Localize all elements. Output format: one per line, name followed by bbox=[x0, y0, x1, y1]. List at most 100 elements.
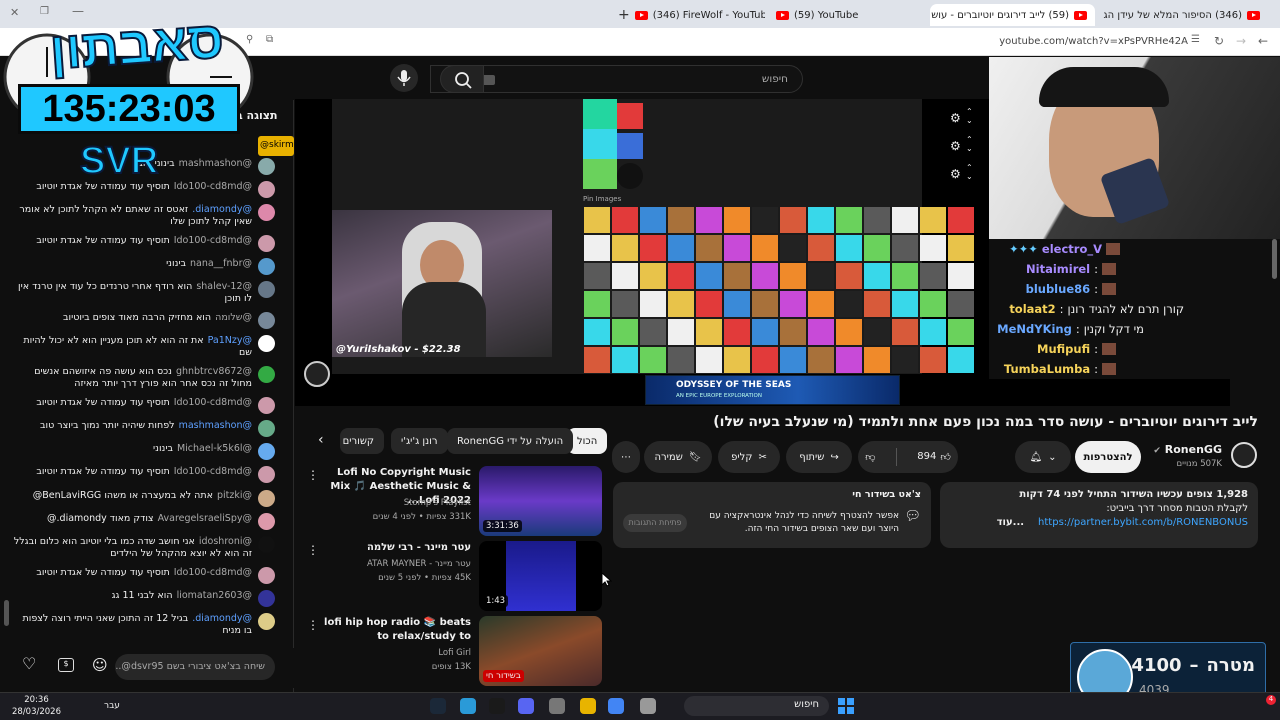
search-button[interactable] bbox=[440, 65, 484, 93]
browser-tab[interactable]: (59) YouTube bbox=[768, 4, 928, 26]
chat-author[interactable]: @Pa1Nzy bbox=[208, 335, 252, 346]
telegram-icon[interactable] bbox=[460, 698, 476, 714]
taskbar-search[interactable]: חיפוש bbox=[684, 696, 829, 716]
chat-message[interactable]: @Ido100-cd8mdתוסיף עוד עמודה של אגדת יוט… bbox=[13, 235, 275, 252]
chip-related[interactable]: קשורים bbox=[340, 428, 384, 454]
clip-button[interactable]: ✂ קליפ bbox=[718, 441, 780, 473]
chat-author[interactable]: @idoshroni bbox=[199, 536, 252, 547]
chat-message[interactable]: @pitzki אתה לא במעצרה או משהו BenLaviRGG@ bbox=[13, 490, 275, 507]
share-button[interactable]: ↪ שיתוף bbox=[786, 441, 852, 473]
file-explorer-icon[interactable] bbox=[640, 698, 656, 714]
chat-author[interactable]: @pitzki bbox=[217, 490, 252, 501]
super-chat-icon[interactable]: $ bbox=[58, 658, 74, 672]
channel-avatar[interactable] bbox=[1231, 442, 1257, 468]
discord-icon[interactable] bbox=[518, 698, 534, 714]
emoji-icon[interactable]: ☺ bbox=[92, 656, 108, 674]
page-scrollbar[interactable] bbox=[1272, 239, 1277, 279]
dislike-button[interactable]: 👎︎ bbox=[865, 451, 875, 463]
taskbar-clock[interactable]: 20:36 28/03/2026 bbox=[12, 694, 61, 718]
notifications-button[interactable]: ⌄ 🔔︎ bbox=[1015, 441, 1071, 473]
forward-icon[interactable]: → bbox=[1236, 34, 1246, 48]
chat-author[interactable]: @diamondy. bbox=[192, 613, 252, 624]
steam-icon[interactable] bbox=[430, 698, 446, 714]
chat-author[interactable]: @shalev-12 bbox=[196, 281, 252, 292]
media-icon[interactable] bbox=[549, 698, 565, 714]
chat-message[interactable]: @nana__fnbr בינוני bbox=[13, 258, 275, 275]
description-box[interactable]: 1,928 צופים עכשיו השידור התחיל לפני 74 ד… bbox=[940, 482, 1258, 548]
channel-name[interactable]: RonenGG ✔ bbox=[1153, 443, 1222, 456]
like-button[interactable]: 👍︎ 894 bbox=[917, 451, 951, 463]
chip-uploaded-by[interactable]: הועלה על ידי RonenGG bbox=[447, 428, 574, 454]
chat-message[interactable]: @diamondy.בגיל 12 זה התוכן שאני הייתי רו… bbox=[13, 613, 275, 637]
chat-message[interactable]: @Michael-k5k6l בינוני bbox=[13, 443, 275, 460]
chat-author[interactable]: @Michael-k5k6l bbox=[177, 443, 252, 454]
settings-icon[interactable]: ⚙ bbox=[950, 139, 961, 153]
search-input[interactable]: חיפוש bbox=[430, 65, 803, 93]
folder-icon[interactable] bbox=[580, 698, 596, 714]
notification-badge[interactable]: 4 bbox=[1266, 695, 1276, 705]
chat-message[interactable]: @liomatan2603 הוא לבני 11 גג bbox=[13, 590, 275, 607]
chip-all[interactable]: הכול bbox=[567, 428, 608, 454]
recommended-video[interactable]: בשידור חי lofi hip hop radio 📚 beats to … bbox=[305, 616, 605, 688]
save-button[interactable]: 🔖︎ שמירה bbox=[644, 441, 712, 473]
chat-message[interactable]: @mashmashon לפחות שיהיה יותר נמוך ביוצר ט… bbox=[13, 420, 275, 437]
language-indicator[interactable]: עבר bbox=[104, 701, 120, 711]
chrome-icon[interactable] bbox=[608, 698, 624, 714]
chat-author[interactable]: @liomatan2603 bbox=[177, 590, 252, 601]
browser-tab[interactable]: (346) הסיפור המלא של עידן הג bbox=[1098, 4, 1268, 26]
more-vert-icon[interactable]: ⋮ bbox=[307, 543, 319, 557]
show-more-link[interactable]: ...עוד bbox=[997, 516, 1024, 530]
chat-author[interactable]: @AvaregelsraeliSpy bbox=[158, 513, 252, 524]
chat-author[interactable]: @Ido100-cd8md bbox=[174, 181, 252, 192]
reorder-icon[interactable]: ⌃ ⌄ bbox=[966, 135, 973, 153]
chat-message[interactable]: @שלומההוא מחזיק הרבה מאוד צופים ביוטיוב bbox=[13, 312, 275, 329]
reorder-icon[interactable]: ⌃ ⌄ bbox=[966, 163, 973, 181]
pinned-banner[interactable]: @skirm15 bbox=[258, 136, 294, 156]
screenshot-icon[interactable]: ⧉ bbox=[266, 34, 273, 45]
subscribe-button[interactable]: להצטרפות bbox=[1075, 441, 1141, 473]
chat-author[interactable]: @Ido100-cd8md bbox=[174, 397, 252, 408]
reload-icon[interactable]: ↻ bbox=[1214, 34, 1224, 48]
more-vert-icon[interactable]: ⋮ bbox=[307, 618, 319, 632]
reorder-icon[interactable]: ⌃ ⌄ bbox=[966, 107, 973, 125]
heart-icon[interactable]: ♡ bbox=[22, 654, 36, 673]
app-icon[interactable] bbox=[489, 698, 505, 714]
recommended-video[interactable]: 1:43 עטר מיינר - רבי שלמה עטר מיינר - AT… bbox=[305, 541, 605, 613]
windows-start-icon[interactable] bbox=[838, 698, 854, 714]
description-link[interactable]: https://partner.bybit.com/b/RONENBONUS bbox=[1038, 516, 1248, 530]
settings-icon[interactable]: ⚙ bbox=[950, 167, 961, 181]
chat-message[interactable]: @Ido100-cd8mdתוסיף עוד עמודה של אגדת יוט… bbox=[13, 397, 275, 414]
chat-message[interactable]: @Ido100-cd8mdתוסיף עוד עמודה של אגדת יוט… bbox=[13, 466, 275, 483]
chat-message[interactable]: @ghnbtrcv8672נכס הוא עושה פה איזושהם אנש… bbox=[13, 366, 275, 390]
settings-icon[interactable]: ⚙ bbox=[950, 111, 961, 125]
chat-message[interactable]: @Ido100-cd8mdתוסיף עוד עמודה של אגדת יוט… bbox=[13, 567, 275, 584]
chat-message[interactable]: @Ido100-cd8mdתוסיף עוד עמודה של אגדת יוט… bbox=[13, 181, 275, 198]
open-comments-button[interactable]: פתיחת התגובות bbox=[623, 514, 687, 532]
chat-author[interactable]: @שלומה bbox=[215, 312, 252, 323]
site-settings-icon[interactable]: ☰ bbox=[1191, 34, 1200, 45]
voice-search-button[interactable] bbox=[390, 64, 418, 92]
chat-input[interactable]: שיחה בצ'אט ציבורי בשם dsvr95@... bbox=[115, 654, 275, 680]
chip-ronen[interactable]: רונן ג'יג'י bbox=[391, 428, 448, 454]
more-actions-button[interactable]: ⋯ bbox=[612, 441, 640, 473]
browser-tab[interactable]: + (346) FireWolf - YouTube bbox=[610, 4, 765, 26]
chat-author[interactable]: @Ido100-cd8md bbox=[174, 466, 252, 477]
ad-banner[interactable]: ODYSSEY OF THE SEAS AN EPIC EUROPE EXPLO… bbox=[645, 375, 900, 405]
url-text[interactable]: youtube.com/watch?v=xPsPVRHe42A bbox=[999, 36, 1188, 47]
back-icon[interactable]: ← bbox=[1258, 34, 1268, 48]
chat-message[interactable]: @AvaregelsraeliSpy צודק מאוד diamondy.@ bbox=[13, 513, 275, 530]
chat-message[interactable]: @Pa1Nzyאת זה הוא לא תוכן מעניין הוא לא י… bbox=[13, 335, 275, 359]
browser-tab-active[interactable]: (59) לייב דירוגים יוטיוברים - עוש bbox=[930, 4, 1095, 26]
chat-scrollbar[interactable] bbox=[4, 600, 9, 626]
new-tab-icon[interactable]: + bbox=[618, 7, 630, 23]
chat-author[interactable]: @nana__fnbr bbox=[190, 258, 252, 269]
chat-author[interactable]: @ghnbtrcv8672 bbox=[176, 366, 252, 377]
chat-message[interactable]: @idoshroniאני חושב שדה כמו בלי יוטיוב הו… bbox=[13, 536, 275, 560]
recommended-video[interactable]: 3:31:36 Lofi No Copyright Music Mix 🎵 Ae… bbox=[305, 466, 605, 538]
chevron-left-icon[interactable]: ‹ bbox=[318, 432, 324, 448]
chat-author[interactable]: @Ido100-cd8md bbox=[174, 567, 252, 578]
chat-author[interactable]: @diamondy. bbox=[192, 204, 252, 215]
chat-author[interactable]: @mashmashon bbox=[179, 420, 252, 431]
chat-message[interactable]: @shalev-12הוא רודף אחרי טרנדים כל עוד אי… bbox=[13, 281, 275, 305]
chat-author[interactable]: @Ido100-cd8md bbox=[174, 235, 252, 246]
